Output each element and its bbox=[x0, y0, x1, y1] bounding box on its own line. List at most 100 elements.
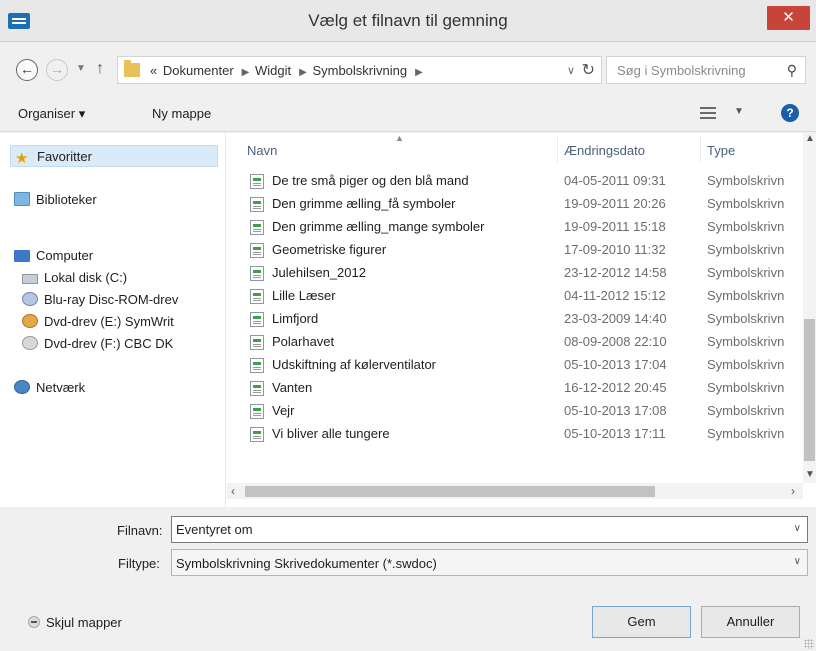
document-icon bbox=[250, 358, 264, 373]
refresh-icon[interactable]: ↻ bbox=[582, 60, 595, 80]
breadcrumb-chevron-icon[interactable]: ▶ bbox=[242, 67, 250, 78]
horizontal-scrollbar[interactable]: ‹ › bbox=[227, 483, 803, 499]
column-divider[interactable] bbox=[700, 137, 701, 163]
file-row[interactable]: Lille Læser 04-11-2012 15:12 Symbolskriv… bbox=[227, 285, 807, 307]
library-icon bbox=[14, 192, 30, 206]
breadcrumb-item-symbolskrivning[interactable]: Symbolskrivning bbox=[312, 63, 407, 78]
resize-grip-icon[interactable] bbox=[804, 639, 814, 649]
breadcrumb-item-widgit[interactable]: Widgit bbox=[255, 63, 291, 78]
nav-item-favorites[interactable]: ★ Favoritter bbox=[10, 145, 218, 167]
address-bar[interactable]: « Dokumenter ▶ Widgit ▶ Symbolskrivning ▶ ∨… bbox=[117, 56, 602, 84]
file-row[interactable]: Polarhavet 08-09-2008 22:10 Symbolskrivn bbox=[227, 331, 807, 353]
file-type: Symbolskrivn bbox=[707, 357, 785, 372]
filetype-label: Filtype: bbox=[118, 556, 160, 571]
filename-chevron-down-icon[interactable]: ∨ bbox=[794, 523, 801, 534]
save-button[interactable]: Gem bbox=[592, 606, 691, 638]
search-placeholder: Søg i Symbolskrivning bbox=[617, 63, 746, 78]
recent-locations-chevron-icon[interactable]: ▼ bbox=[76, 63, 86, 74]
breadcrumb: « Dokumenter ▶ Widgit ▶ Symbolskrivning ▶ bbox=[150, 63, 425, 78]
nav-item-dvd-drive-f[interactable]: Dvd-drev (F:) CBC DK bbox=[22, 333, 222, 355]
document-icon bbox=[250, 266, 264, 281]
new-folder-button[interactable]: Ny mappe bbox=[152, 106, 211, 121]
nav-item-label: Biblioteker bbox=[36, 192, 97, 207]
breadcrumb-chevron-icon[interactable]: ▶ bbox=[415, 67, 423, 78]
view-options-icon[interactable] bbox=[700, 107, 716, 119]
file-row[interactable]: Vi bliver alle tungere 05-10-2013 17:11 … bbox=[227, 423, 807, 445]
nav-item-libraries[interactable]: Biblioteker bbox=[14, 189, 97, 211]
forward-arrow-icon[interactable]: → bbox=[46, 59, 68, 81]
search-icon[interactable]: ⚲ bbox=[787, 62, 797, 79]
nav-item-local-disk-c[interactable]: Lokal disk (C:) bbox=[22, 267, 127, 289]
filetype-chevron-down-icon[interactable]: ∨ bbox=[794, 556, 801, 567]
nav-item-network[interactable]: Netværk bbox=[14, 377, 85, 399]
breadcrumb-item-dokumenter[interactable]: Dokumenter bbox=[163, 63, 234, 78]
organise-menu-button[interactable]: Organiser ▾ bbox=[18, 106, 85, 122]
file-date: 05-10-2013 17:08 bbox=[564, 403, 667, 418]
scroll-up-chevron-icon[interactable]: ▲ bbox=[805, 133, 815, 144]
file-date: 05-10-2013 17:04 bbox=[564, 357, 667, 372]
file-type: Symbolskrivn bbox=[707, 334, 785, 349]
file-type: Symbolskrivn bbox=[707, 219, 785, 234]
filename-combobox[interactable]: ∨ bbox=[171, 516, 808, 543]
sort-ascending-icon: ▲ bbox=[395, 133, 404, 143]
column-divider[interactable] bbox=[557, 137, 558, 163]
view-options-chevron-icon[interactable]: ▼ bbox=[734, 106, 744, 117]
nav-item-computer[interactable]: Computer bbox=[14, 245, 93, 267]
horizontal-scroll-thumb[interactable] bbox=[245, 486, 655, 497]
nav-item-dvd-drive-e[interactable]: Dvd-drev (E:) SymWrit bbox=[22, 311, 222, 333]
file-row[interactable]: Julehilsen_2012 23-12-2012 14:58 Symbols… bbox=[227, 262, 807, 284]
document-icon bbox=[250, 289, 264, 304]
document-icon bbox=[250, 404, 264, 419]
file-name: Geometriske figurer bbox=[272, 242, 387, 257]
scroll-right-chevron-icon[interactable]: › bbox=[791, 484, 795, 498]
search-field[interactable]: Søg i Symbolskrivning ⚲ bbox=[606, 56, 806, 84]
file-type: Symbolskrivn bbox=[707, 380, 785, 395]
file-name: Udskiftning af kølerventilator bbox=[272, 357, 437, 372]
file-row[interactable]: Vejr 05-10-2013 17:08 Symbolskrivn bbox=[227, 400, 807, 422]
vertical-scrollbar[interactable]: ▲ ▼ bbox=[803, 133, 816, 483]
help-icon[interactable]: ? bbox=[781, 104, 799, 122]
file-name: Polarhavet bbox=[272, 334, 335, 349]
file-row[interactable]: Den grimme ælling_mange symboler 19-09-2… bbox=[227, 216, 807, 238]
scroll-left-chevron-icon[interactable]: ‹ bbox=[231, 484, 235, 498]
file-row[interactable]: Udskiftning af kølerventilator 05-10-201… bbox=[227, 354, 807, 376]
hide-folders-toggle[interactable]: Skjul mapper bbox=[28, 615, 122, 630]
file-row[interactable]: Vanten 16-12-2012 20:45 Symbolskrivn bbox=[227, 377, 807, 399]
back-arrow-icon[interactable]: ← bbox=[16, 59, 38, 81]
file-type: Symbolskrivn bbox=[707, 426, 785, 441]
vertical-scroll-thumb[interactable] bbox=[804, 319, 815, 461]
address-history-chevron-icon[interactable]: ∨ bbox=[567, 64, 575, 77]
close-button[interactable]: ✕ bbox=[767, 6, 810, 30]
column-header-type[interactable]: Type bbox=[707, 143, 735, 158]
file-name: Vanten bbox=[272, 380, 313, 395]
file-type: Symbolskrivn bbox=[707, 311, 785, 326]
file-row[interactable]: Den grimme ælling_få symboler 19-09-2011… bbox=[227, 193, 807, 215]
file-row[interactable]: De tre små piger og den blå mand 04-05-2… bbox=[227, 170, 807, 192]
cancel-button[interactable]: Annuller bbox=[701, 606, 800, 638]
breadcrumb-chevron-icon[interactable]: ▶ bbox=[299, 67, 307, 78]
document-icon bbox=[250, 335, 264, 350]
navigation-bar: ← → ▼ ↑ « Dokumenter ▶ Widgit ▶ Symbolskri… bbox=[0, 52, 816, 90]
main-content: ★ Favoritter Biblioteker Computer Lokal d… bbox=[0, 133, 816, 507]
network-icon bbox=[14, 380, 30, 394]
breadcrumb-overflow[interactable]: « bbox=[150, 63, 157, 78]
column-header-name[interactable]: Navn bbox=[247, 143, 277, 158]
file-row[interactable]: Geometriske figurer 17-09-2010 11:32 Sym… bbox=[227, 239, 807, 261]
command-toolbar: Organiser ▾ Ny mappe ▼ ? bbox=[0, 96, 816, 132]
up-arrow-icon[interactable]: ↑ bbox=[96, 60, 104, 78]
column-header: ▲ Navn Ændringsdato Type bbox=[227, 133, 807, 167]
scroll-down-chevron-icon[interactable]: ▼ bbox=[805, 469, 815, 480]
file-name: Den grimme ælling_få symboler bbox=[272, 196, 456, 211]
collapse-icon bbox=[28, 616, 40, 628]
filename-input[interactable] bbox=[176, 520, 776, 539]
column-header-date[interactable]: Ændringsdato bbox=[564, 143, 645, 158]
nav-item-label: Favoritter bbox=[37, 149, 92, 164]
file-type: Symbolskrivn bbox=[707, 173, 785, 188]
folder-icon bbox=[124, 60, 140, 77]
file-date: 04-11-2012 15:12 bbox=[564, 288, 666, 303]
file-row[interactable]: Limfjord 23-03-2009 14:40 Symbolskrivn bbox=[227, 308, 807, 330]
nav-item-bluray-drive[interactable]: Blu-ray Disc-ROM-drev bbox=[22, 289, 222, 311]
filetype-select[interactable]: Symbolskrivning Skrivedokumenter (*.swdo… bbox=[171, 549, 808, 576]
file-name: Limfjord bbox=[272, 311, 319, 326]
file-type: Symbolskrivn bbox=[707, 265, 785, 280]
